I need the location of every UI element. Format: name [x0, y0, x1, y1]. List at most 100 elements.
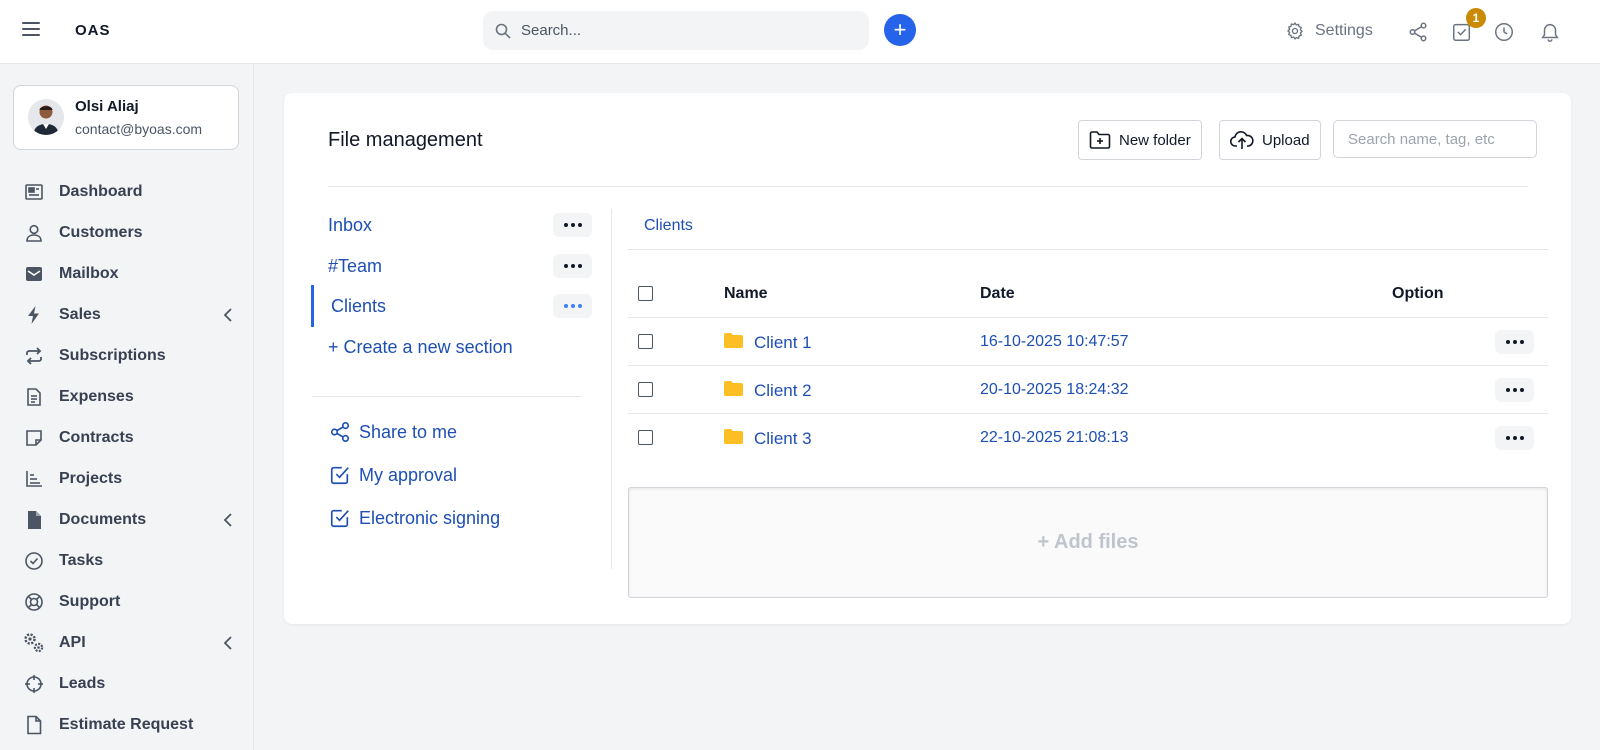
shortcut-label: My approval	[359, 464, 458, 485]
chevron-left-icon	[223, 513, 232, 527]
sidebar-item-projects[interactable]: Projects	[23, 463, 233, 495]
share-icon[interactable]	[1407, 21, 1429, 43]
file-date: 22-10-2025 21:08:13	[980, 429, 1129, 446]
sidebar-item-label: Support	[59, 593, 121, 610]
create-section-link[interactable]: + Create a new section	[328, 337, 513, 358]
column-header-name[interactable]: Name	[724, 285, 768, 303]
settings-label: Settings	[1315, 22, 1373, 39]
file-icon	[27, 715, 42, 735]
row-options-button[interactable]	[1495, 426, 1534, 450]
row-options-button[interactable]	[1495, 378, 1534, 402]
new-folder-button[interactable]: New folder	[1078, 120, 1202, 160]
new-folder-label: New folder	[1119, 131, 1191, 149]
sidebar-item-leads[interactable]: Leads	[23, 668, 233, 700]
sidebar-item-label: Tasks	[59, 552, 104, 569]
row-checkbox[interactable]	[638, 334, 653, 349]
file-search-input[interactable]	[1333, 120, 1537, 158]
more-options-button[interactable]	[553, 213, 592, 237]
sidebar-item-estimate-request[interactable]: Estimate Request	[23, 709, 233, 741]
note-icon	[26, 430, 42, 446]
sidebar-item-label: Expenses	[59, 388, 134, 405]
checkbox-icon	[330, 466, 349, 485]
sidebar-item-label: Mailbox	[59, 265, 119, 282]
sidebar-item-api[interactable]: API	[23, 627, 233, 659]
file-name-link[interactable]: Client 3	[754, 429, 812, 449]
add-files-dropzone[interactable]: + Add files	[628, 487, 1548, 598]
active-indicator	[311, 285, 314, 327]
shortcut-my-approval[interactable]: My approval	[329, 464, 457, 486]
sidebar-item-sales[interactable]: Sales	[23, 299, 233, 331]
sidebar-item-documents[interactable]: Documents	[23, 504, 233, 536]
bell-icon[interactable]	[1539, 21, 1561, 43]
row-options-button[interactable]	[1495, 330, 1534, 354]
select-all-checkbox[interactable]	[638, 286, 653, 301]
sidebar-item-label: Documents	[59, 511, 147, 528]
column-header-date[interactable]: Date	[980, 285, 1015, 303]
tasks-badge: 1	[1466, 8, 1486, 28]
gears-icon	[24, 633, 44, 653]
shortcut-electronic-signing[interactable]: Electronic signing	[329, 507, 500, 529]
user-card[interactable]: Olsi Aliaj contact@byoas.com	[13, 85, 239, 150]
share-icon	[330, 422, 350, 442]
menu-icon[interactable]	[22, 22, 40, 40]
lifebuoy-icon	[25, 593, 43, 611]
column-header-option: Option	[1392, 285, 1444, 302]
sidebar-item-customers[interactable]: Customers	[23, 217, 233, 249]
page-title: File management	[328, 129, 483, 151]
sidebar-item-label: API	[59, 634, 86, 651]
sidebar-item-label: Estimate Request	[59, 716, 194, 733]
file-name-link[interactable]: Client 2	[754, 381, 812, 401]
folder-plus-icon	[1089, 131, 1111, 149]
chevron-left-icon	[223, 636, 232, 650]
row-checkbox[interactable]	[638, 430, 653, 445]
app-logo[interactable]: OAS	[75, 22, 111, 39]
section-item-team[interactable]: #Team	[328, 250, 592, 282]
section-item-inbox[interactable]: Inbox	[328, 209, 592, 241]
folder-icon	[724, 381, 743, 396]
table-row[interactable]: Client 2 20-10-2025 18:24:32	[628, 366, 1548, 414]
document-icon	[28, 511, 41, 529]
dashboard-icon	[25, 184, 43, 200]
mail-icon	[26, 267, 42, 281]
shortcut-label: Share to me	[359, 421, 458, 442]
sidebar-item-label: Contracts	[59, 429, 134, 446]
chevron-left-icon	[223, 308, 232, 322]
sidebar-item-mailbox[interactable]: Mailbox	[23, 258, 233, 290]
sidebar-item-label: Dashboard	[59, 183, 143, 200]
sidebar-item-label: Customers	[59, 224, 143, 241]
breadcrumb[interactable]: Clients	[644, 217, 693, 235]
section-label: Inbox	[328, 214, 373, 235]
sidebar-item-contracts[interactable]: Contracts	[23, 422, 233, 454]
quick-add-button[interactable]: +	[884, 14, 916, 46]
gear-icon	[1287, 21, 1303, 40]
sidebar-item-expenses[interactable]: Expenses	[23, 381, 233, 413]
search-icon	[495, 23, 511, 38]
bolt-icon	[28, 306, 39, 324]
chart-icon	[26, 471, 42, 487]
table-row[interactable]: Client 3 22-10-2025 21:08:13	[628, 414, 1548, 462]
more-options-button[interactable]	[553, 294, 592, 318]
cloud-upload-icon	[1230, 131, 1254, 149]
section-item-clients[interactable]: Clients	[331, 290, 592, 322]
folder-icon	[724, 429, 743, 444]
receipt-icon	[27, 388, 41, 406]
file-management-card: File management New folder Upload Inbox …	[284, 93, 1571, 624]
file-date: 20-10-2025 18:24:32	[980, 381, 1129, 398]
row-checkbox[interactable]	[638, 382, 653, 397]
table-row[interactable]: Client 1 16-10-2025 10:47:57	[628, 318, 1548, 366]
file-name-link[interactable]: Client 1	[754, 333, 812, 353]
crosshair-icon	[25, 675, 43, 693]
global-search[interactable]	[483, 11, 869, 50]
sidebar-item-subscriptions[interactable]: Subscriptions	[23, 340, 233, 372]
sidebar-item-support[interactable]: Support	[23, 586, 233, 618]
divider	[312, 396, 582, 397]
avatar	[28, 99, 64, 135]
settings-button[interactable]: Settings	[1285, 21, 1373, 41]
upload-button[interactable]: Upload	[1219, 120, 1321, 160]
sidebar-item-dashboard[interactable]: Dashboard	[23, 176, 233, 208]
clock-icon[interactable]	[1493, 21, 1515, 43]
shortcut-share-to-me[interactable]: Share to me	[329, 421, 457, 443]
global-search-input[interactable]	[521, 22, 841, 39]
more-options-button[interactable]	[553, 254, 592, 278]
sidebar-item-tasks[interactable]: Tasks	[23, 545, 233, 577]
